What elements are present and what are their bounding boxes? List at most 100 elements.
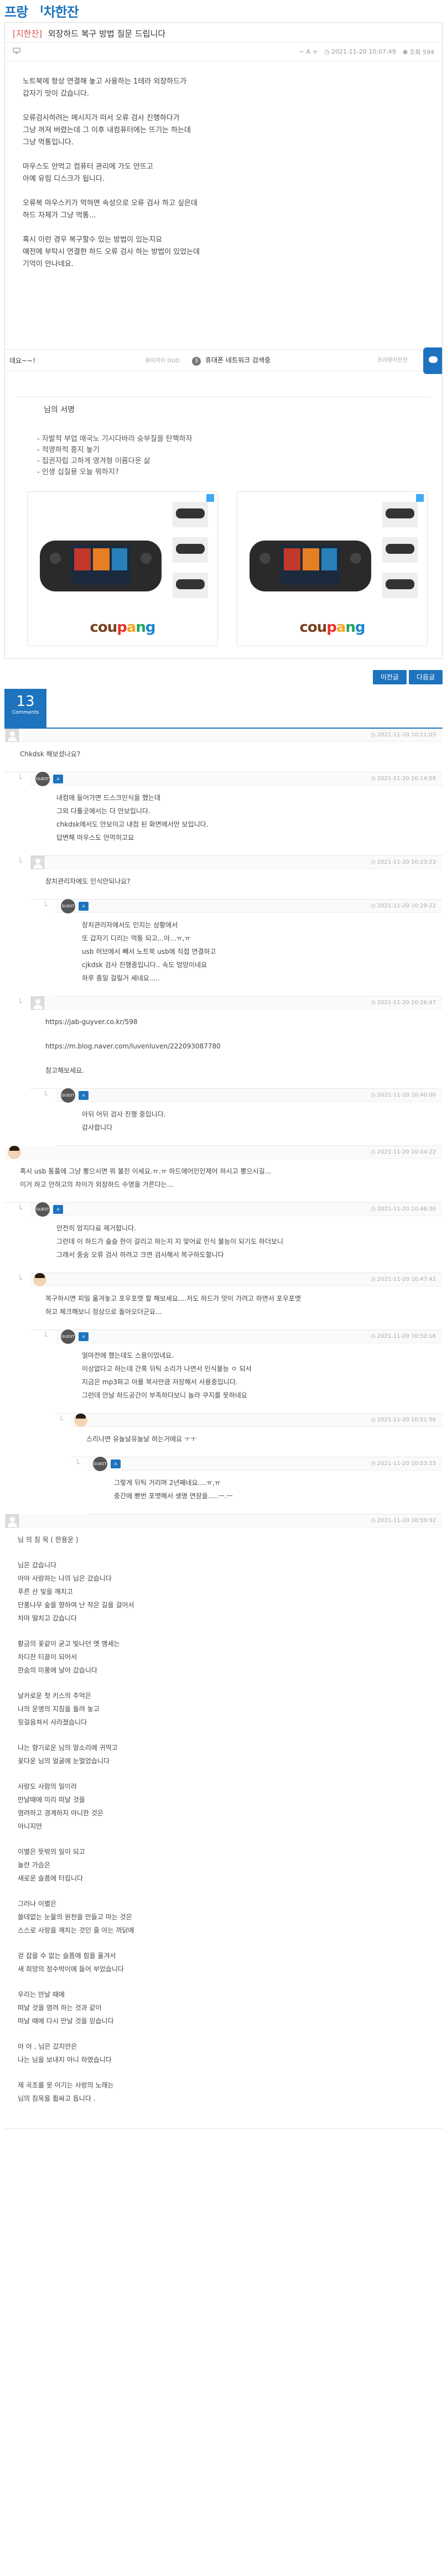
comment-body: Chkdsk 해보셨나요? [4, 742, 443, 772]
user-avatar[interactable]: GUEST [35, 771, 50, 786]
chat-side-tab[interactable] [423, 347, 442, 374]
comment: ◷ 2021-11-20 10:26:47 https://jab-guyver.… [18, 996, 443, 1089]
post-paragraph: 혹시 이런 경우 복구할수 있는 방법이 있는지요 얘전에 부탁시 연결한 하드 … [23, 234, 424, 271]
comment-time: ◷ 2021-11-20 10:40:00 [370, 1092, 436, 1098]
post-views: 조회 594 [409, 48, 434, 56]
user-avatar[interactable]: GUEST [61, 1088, 75, 1103]
poem-stanza: 그러나 이별은 쓸데없는 눈물의 원천을 만들고 마는 것은 스스로 사랑을 깨치는… [18, 1897, 432, 1937]
comment-count: 13 [16, 693, 35, 710]
comment-line: usb 허브에서 빼서 노트북 usb에 직접 연결하고 [82, 948, 216, 955]
comments-list: ◷ 2021-11-20 10:11:03 Chkdsk 해보셨나요? GUEST A… [4, 728, 443, 2129]
ad-area: coupang coupang [27, 491, 442, 646]
comment-line: 하루 종일 걸릴거 세네요..... [82, 974, 160, 982]
comment-time: ◷ 2021-11-20 10:59:32 [370, 1518, 436, 1524]
poem-line: 뒷걸음쳐서 사라졌습니다 [18, 1718, 87, 1726]
poem-line: 제 곡조를 못 이기는 사랑의 노래는 [18, 2081, 114, 2089]
post-category[interactable]: [지한잔] [13, 29, 42, 39]
poem-line: 아니지만 [18, 1822, 43, 1830]
user-avatar[interactable] [31, 855, 44, 869]
poem-line: 차마 떨치고 갔습니다 [18, 1614, 77, 1622]
comment-line: 또 갑자기 디리는 먹통 되고...아...ㅠ,ㅠ [82, 934, 191, 942]
post-line: 그냥 꺼져 버렸는데 그 이후 내컴퓨터에는 뜨기는 하는데 [23, 126, 191, 134]
signature-title: 님의 서명 [44, 406, 75, 414]
product-image[interactable] [33, 497, 213, 614]
site-logo[interactable]: 프랑 ᅵ차한잔 [4, 4, 79, 20]
post-line: 혹시 이런 경우 복구할수 있는 방법이 있는지요 [23, 236, 163, 244]
user-avatar[interactable]: GUEST [35, 1202, 50, 1217]
post-buttons: 이전글 다음글 [0, 670, 443, 684]
author-badge-icon: A [53, 1204, 63, 1214]
font-decrease-button[interactable]: − [299, 48, 304, 55]
comment: GUEST A ◷ 2021-11-20 10:53:23 그렇게 뒤틱 거리며 2년… [75, 1456, 443, 1514]
monitor-icon [13, 48, 20, 56]
poem-line: 만날때에 미리 떠날 것을 [18, 1796, 85, 1804]
user-avatar[interactable] [74, 1413, 87, 1427]
comment-line: 중간에 뻗번 포맷해서 생명 연장을.....ㅡ.ㅡ [114, 1492, 233, 1500]
comment-time: ◷ 2021-11-20 10:11:03 [370, 732, 436, 738]
comment-line: 답변해 마우스도 안먹히고요 [56, 834, 134, 842]
poem-line: 사랑도 사람의 일이라 [18, 1783, 77, 1790]
prev-post-button[interactable]: 이전글 [372, 670, 407, 684]
comment: ◷ 2021-11-20 10:47:42 복구하시면 피일 옮겨놓고 포우포맷 … [18, 1273, 443, 1330]
next-post-author: 프라랑차한잔 [377, 357, 408, 363]
font-increase-button[interactable]: + [313, 48, 318, 55]
comment-line [45, 1029, 432, 1040]
poem-line: 걷 잡을 수 없는 슬픔에 힘을 옮겨서 [18, 1952, 116, 1960]
comment-body: 장치관리자에도 인식안되나요? [30, 869, 443, 899]
poem-stanza: 이별은 뜻밖의 일이 되고 놀란 가슴은 새로운 슬픔에 터집니다 [18, 1845, 432, 1885]
comment-header: GUEST A ◷ 2021-11-20 10:46:30 [30, 1202, 443, 1217]
ad-info-icon[interactable] [206, 494, 214, 502]
next-post-link[interactable]: 3 휴대폰 네트워크 검색중 프라랑차한잔 [186, 355, 442, 366]
post-line: 마우스도 안먹고 컴퓨터 관리에 가도 안뜨고 [23, 163, 153, 171]
author-badge-icon: A [111, 1459, 121, 1468]
post-date: 2021-11-20 10:07:49 [331, 48, 396, 55]
user-avatar[interactable] [31, 996, 44, 1010]
coupang-logo: coupang [237, 619, 427, 636]
user-avatar[interactable] [33, 1273, 46, 1286]
logo-letters: cou [299, 619, 327, 636]
poem-line: 쓸데없는 눈물의 원천을 만들고 마는 것은 [18, 1913, 132, 1921]
post-container: [지한잔] 외장하드 복구 방법 질문 드립니다 − A + ◷ 2021-11… [4, 22, 443, 659]
poem-line: 나는 님을 보내지 아니 하였습니다 [18, 2056, 112, 2064]
poem-stanza: 걷 잡을 수 없는 슬픔에 힘을 옮겨서새 희망의 정수박이에 들어 부었습니다 [18, 1949, 432, 1976]
poem-line: 놀란 가슴은 [18, 1861, 51, 1869]
author-badge-icon: A [53, 774, 63, 783]
coupang-ad-card[interactable]: coupang [237, 491, 428, 646]
comment-header: GUEST A ◷ 2021-11-20 10:53:23 [87, 1456, 443, 1471]
user-avatar[interactable] [8, 1145, 21, 1159]
poem-line: 새 희망의 정수박이에 들어 부었습니다 [18, 1965, 124, 1973]
user-avatar[interactable] [6, 1514, 19, 1528]
ad-info-icon[interactable] [416, 494, 424, 502]
comment-line: cjkdsk 검사 진행중입니다.. 속도 엉망이네요 [82, 961, 207, 969]
prev-post-link[interactable]: 데요~~! 용미끼이 DUD [9, 356, 186, 365]
signature-box: 님의 서명 - 자발적 부업 애국노 기시다바라 승부질을 탄핵하자 - 적영하적… [16, 397, 431, 478]
next-post-button[interactable]: 다음글 [408, 670, 443, 684]
comment: GUEST A ◷ 2021-11-20 10:29:22 장치관리자에서도 인지는 … [43, 899, 443, 996]
poem-line: 나의 운명의 지침을 돌려 놓고 [18, 1705, 100, 1713]
logo-letters: n [136, 619, 145, 636]
poem-line: 한숨의 미풍에 날아 갔습니다 [18, 1666, 97, 1674]
comment-time: ◷ 2021-11-20 10:46:30 [370, 1206, 436, 1212]
user-avatar[interactable]: GUEST [61, 1329, 75, 1344]
poem-stanza: 나는 향기로운 님의 말소리에 귀먹고 꽃다운 님의 얼굴에 눈멀었습니다 [18, 1741, 432, 1768]
coupang-ad-card[interactable]: coupang [27, 491, 218, 646]
poem-stanza: 우리는 만날 때에 떠날 것을 염려 하는 것과 같이 떠날 때에 다시 만날 것을… [18, 1988, 432, 2028]
user-avatar[interactable] [6, 728, 19, 742]
comment-line: 장치관리자에도 인식안되나요? [45, 877, 131, 885]
comment-header: ◷ 2021-11-20 10:26:47 [30, 996, 443, 1010]
reply-arrow-icon: └ [18, 999, 23, 1007]
logo-letters: n [345, 619, 355, 636]
product-image[interactable] [243, 497, 423, 614]
user-avatar[interactable]: GUEST [61, 899, 75, 913]
comment-line: 이거 하고 안하고의 차이가 외장하드 수명을 가른다는... [20, 1181, 174, 1188]
user-avatar[interactable]: GUEST [93, 1456, 107, 1471]
poem-line: 황금의 꽃같이 굳고 빛나던 옛 맹세는 [18, 1640, 120, 1648]
comment-count-label: Comments [12, 710, 39, 715]
comment-header: ◷ 2021-11-20 10:51:56 [71, 1413, 443, 1427]
comment: GUEST A ◷ 2021-11-20 10:50:16 얼마전에 했는데도 스용이… [43, 1329, 443, 1414]
poem-stanza: 황금의 꽃같이 굳고 빛나던 옛 맹세는 차디찬 티끌이 되어서 한숨의 미풍에 날… [18, 1637, 432, 1677]
logo-letters: p [326, 619, 337, 636]
post-meta-bar: − A + ◷ 2021-11-20 10:07:49 ◉ 조회 594 [5, 43, 442, 61]
comment-line: 내컴에 들어가면 드스크인식을 했는데 [56, 794, 161, 802]
comment-line: https://m.blog.naver.com/luvenluven/2220… [45, 1042, 221, 1050]
